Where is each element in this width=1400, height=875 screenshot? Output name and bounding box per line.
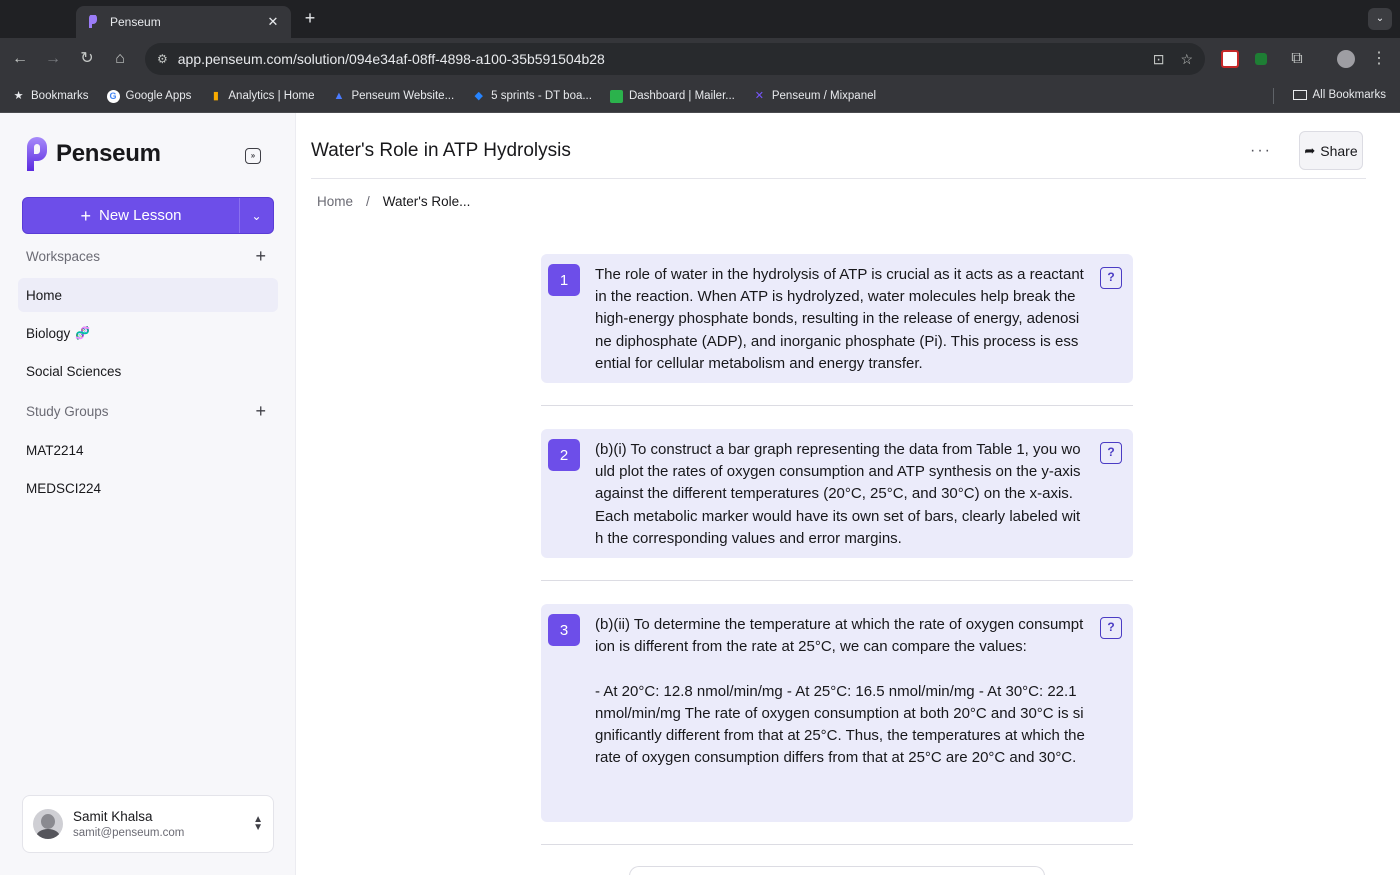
user-email: samit@penseum.com	[73, 827, 185, 839]
penseum-site-icon: ▲	[333, 89, 345, 102]
answer-number: 1	[548, 264, 580, 296]
card-divider	[541, 844, 1133, 845]
bookmark-item[interactable]: ★ Bookmarks	[12, 90, 89, 103]
tab-title: Penseum	[110, 15, 161, 29]
breadcrumb-home[interactable]: Home	[317, 194, 353, 209]
new-lesson-button[interactable]: + New Lesson ⌄	[22, 197, 274, 234]
breadcrumb-current: Water's Role...	[382, 194, 471, 209]
site-info-icon[interactable]: ⚙	[157, 52, 168, 66]
user-menu[interactable]: Samit Khalsa samit@penseum.com ▲ ▼	[22, 795, 274, 853]
penseum-logo-icon	[27, 137, 47, 171]
card-divider	[541, 405, 1133, 406]
sidebar-item-social-sciences[interactable]: Social Sciences	[18, 354, 278, 388]
share-button[interactable]: ➦ Share	[1299, 131, 1363, 170]
header-divider	[311, 178, 1366, 179]
question-mark-icon[interactable]: ?	[1100, 617, 1122, 639]
sidebar-item-home[interactable]: Home	[18, 278, 278, 312]
sidebar-item-biology[interactable]: Biology 🧬	[18, 316, 278, 350]
sidebar: Penseum » + New Lesson ⌄ Workspaces + Ho…	[0, 113, 296, 875]
card-divider	[541, 580, 1133, 581]
install-app-icon[interactable]: ⊡	[1153, 51, 1165, 68]
answer-card: 3 (b)(ii) To determine the temperature a…	[541, 604, 1133, 822]
question-mark-icon[interactable]: ?	[1100, 442, 1122, 464]
more-options-icon[interactable]: ···	[1250, 142, 1272, 160]
avatar	[33, 809, 63, 839]
answer-text: (b)(ii) To determine the temperature at …	[595, 616, 1085, 767]
brand-name: Penseum	[56, 140, 161, 167]
new-tab-icon[interactable]: +	[300, 8, 320, 28]
new-lesson-main[interactable]: + New Lesson	[23, 198, 239, 233]
bookmark-item[interactable]: ✕ Penseum / Mixpanel	[753, 90, 876, 103]
profile-avatar-icon[interactable]	[1337, 50, 1355, 68]
dna-icon: 🧬	[75, 326, 91, 340]
browser-tabstrip: Penseum ✕ + ⌄	[0, 0, 1400, 38]
answer-text: The role of water in the hydrolysis of A…	[595, 266, 1084, 372]
address-bar[interactable]: ⚙ app.penseum.com/solution/094e34af-08ff…	[145, 43, 1205, 75]
mixpanel-icon: ✕	[754, 89, 764, 102]
home-icon[interactable]: ⌂	[109, 48, 131, 70]
bookmarks-separator	[1273, 88, 1274, 104]
new-lesson-dropdown-icon[interactable]: ⌄	[239, 198, 273, 233]
study-groups-header: Study Groups +	[26, 402, 266, 420]
share-icon: ➦	[1304, 142, 1316, 158]
reload-icon[interactable]: ↻	[76, 48, 98, 70]
add-workspace-icon[interactable]: +	[255, 247, 266, 265]
sidebar-item-mat2214[interactable]: MAT2214	[18, 433, 278, 467]
workspaces-label: Workspaces	[26, 248, 101, 264]
collapse-sidebar-icon[interactable]: »	[245, 148, 261, 164]
bookmark-item[interactable]: G Google Apps	[106, 89, 191, 103]
google-icon: G	[106, 89, 120, 103]
user-name: Samit Khalsa	[73, 809, 153, 824]
browser-menu-icon[interactable]: ⋮	[1368, 48, 1390, 70]
jira-icon: ◆	[474, 89, 483, 102]
all-bookmarks[interactable]: All Bookmarks	[1292, 89, 1386, 101]
extension-red-icon[interactable]	[1221, 50, 1239, 68]
bookmark-item[interactable]: Dashboard | Mailer...	[609, 89, 735, 103]
breadcrumb-separator: /	[366, 194, 370, 209]
answer-card: 2 (b)(i) To construct a bar graph repres…	[541, 429, 1133, 558]
sidebar-item-medsci224[interactable]: MEDSCI224	[18, 471, 278, 505]
bookmark-star-icon[interactable]: ☆	[1180, 51, 1193, 68]
bookmarks-bar: ★ Bookmarks G Google Apps ▮ Analytics | Hom…	[0, 80, 1400, 113]
page-title: Water's Role in ATP Hydrolysis	[311, 140, 571, 161]
study-groups-label: Study Groups	[26, 403, 109, 419]
extension-green-icon[interactable]	[1255, 53, 1267, 65]
plus-icon: +	[80, 205, 91, 226]
question-mark-icon[interactable]: ?	[1100, 267, 1122, 289]
answer-text: (b)(i) To construct a bar graph represen…	[595, 441, 1081, 547]
brand-logo[interactable]: Penseum	[24, 137, 161, 171]
breadcrumb: Home / Water's Role...	[317, 194, 470, 209]
browser-tab[interactable]: Penseum ✕	[76, 6, 291, 38]
forward-icon[interactable]: →	[42, 48, 64, 70]
new-lesson-label: New Lesson	[98, 207, 182, 224]
answer-card: 1 The role of water in the hydrolysis of…	[541, 254, 1133, 383]
add-study-group-icon[interactable]: +	[255, 402, 266, 420]
tab-search-icon[interactable]: ⌄	[1368, 8, 1392, 30]
bookmark-item[interactable]: ◆ 5 sprints - DT boa...	[472, 90, 592, 103]
answer-number: 3	[548, 614, 580, 646]
share-label: Share	[1320, 142, 1358, 159]
workspaces-header: Workspaces +	[26, 247, 266, 265]
mailer-icon	[609, 89, 623, 103]
analytics-icon: ▮	[212, 89, 219, 102]
penseum-favicon-icon	[89, 15, 97, 28]
back-icon[interactable]: ←	[9, 48, 31, 70]
chevron-up-down-icon[interactable]: ▲ ▼	[253, 815, 263, 833]
browser-toolbar: ← → ↻ ⌂ ⚙ app.penseum.com/solution/094e3…	[0, 38, 1400, 80]
bookmark-item[interactable]: ▲ Penseum Website...	[332, 89, 455, 103]
next-input-box[interactable]	[629, 866, 1045, 875]
close-tab-icon[interactable]: ✕	[265, 14, 281, 30]
star-icon: ★	[13, 89, 24, 102]
folder-icon	[1292, 90, 1307, 100]
url-text[interactable]: app.penseum.com/solution/094e34af-08ff-4…	[178, 51, 1137, 67]
bookmark-item[interactable]: ▮ Analytics | Home	[209, 89, 315, 103]
answer-number: 2	[548, 439, 580, 471]
extensions-puzzle-icon[interactable]: ⧉	[1286, 48, 1308, 70]
